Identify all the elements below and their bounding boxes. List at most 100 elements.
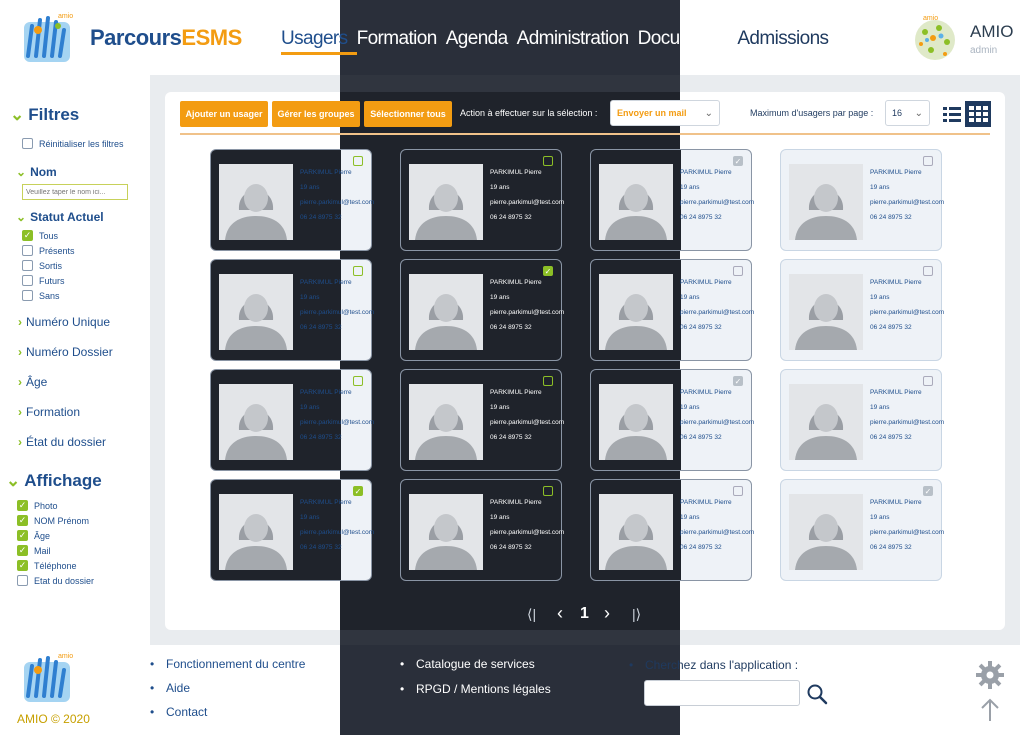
nav-administration[interactable]: Administration (517, 28, 638, 55)
select-user-checkbox[interactable]: ✓ (733, 376, 743, 386)
select-user-checkbox[interactable]: ✓ (923, 486, 933, 496)
user-card[interactable]: PARKIMUL Pierre 19 ans pierre.parkimul@tes… (400, 149, 564, 251)
nav-documents[interactable]: Documents (638, 28, 738, 55)
user-card[interactable]: PARKIMUL Pierre 19 ans pierre.parkimul@tes… (780, 369, 944, 471)
section-age[interactable]: › Âge (18, 375, 47, 389)
checkbox-checked-icon[interactable]: ✓ (17, 515, 28, 526)
footer-search-input[interactable] (644, 680, 800, 706)
user-email[interactable]: pierre.parkimul@test.com (680, 305, 754, 320)
user-name[interactable]: AMIO (970, 22, 1013, 42)
nav-agenda[interactable]: Agenda (446, 28, 517, 55)
user-email[interactable]: pierre.parkimul@test.com (870, 525, 944, 540)
select-user-checkbox[interactable] (543, 486, 553, 496)
manage-groups-button[interactable]: Gérer les groupes (272, 101, 360, 127)
nav-formation[interactable]: Formation (357, 28, 446, 55)
user-card[interactable]: PARKIMUL Pierre 19 ans pierre.parkimul@tes… (590, 369, 754, 471)
user-card[interactable]: PARKIMUL Pierre 19 ans pierre.parkimul@tes… (780, 479, 944, 581)
select-user-checkbox[interactable] (923, 376, 933, 386)
user-card[interactable]: PARKIMUL Pierre 19 ans pierre.parkimul@tes… (400, 479, 564, 581)
user-name[interactable]: PARKIMUL Pierre (870, 495, 944, 510)
select-user-checkbox[interactable]: ✓ (353, 486, 363, 496)
select-user-checkbox[interactable] (353, 266, 363, 276)
user-card[interactable]: PARKIMUL Pierre 19 ans pierre.parkimul@tes… (210, 479, 374, 581)
user-name[interactable]: PARKIMUL Pierre (870, 275, 944, 290)
footer-link-aide[interactable]: Aide (150, 681, 190, 695)
name-section-title[interactable]: ⌄ Nom (16, 165, 57, 179)
user-name[interactable]: PARKIMUL Pierre (680, 275, 754, 290)
user-card[interactable]: PARKIMUL Pierre 19 ans pierre.parkimul@tes… (780, 259, 944, 361)
user-card[interactable]: PARKIMUL Pierre 19 ans pierre.parkimul@tes… (400, 259, 564, 361)
next-page-button[interactable]: › (604, 603, 610, 624)
user-email[interactable]: pierre.parkimul@test.com (680, 415, 754, 430)
section-numero-unique[interactable]: › Numéro Unique (18, 315, 110, 329)
prev-page-button[interactable]: ‹ (557, 603, 563, 624)
user-name[interactable]: PARKIMUL Pierre (870, 165, 944, 180)
user-card[interactable]: PARKIMUL Pierre 19 ans pierre.parkimul@tes… (210, 149, 374, 251)
user-name[interactable]: PARKIMUL Pierre (300, 495, 374, 510)
gear-icon[interactable] (975, 660, 1005, 690)
user-email[interactable]: pierre.parkimul@test.com (300, 195, 374, 210)
status-option-sans[interactable]: Sans (22, 290, 60, 301)
user-email[interactable]: pierre.parkimul@test.com (490, 195, 564, 210)
user-card[interactable]: PARKIMUL Pierre 19 ans pierre.parkimul@tes… (400, 369, 564, 471)
user-name[interactable]: PARKIMUL Pierre (300, 275, 374, 290)
user-avatar-icon[interactable]: amio (905, 12, 963, 64)
user-email[interactable]: pierre.parkimul@test.com (870, 305, 944, 320)
add-user-button[interactable]: Ajouter un usager (180, 101, 268, 127)
checkbox-checked-icon[interactable]: ✓ (17, 500, 28, 511)
display-option-nom[interactable]: ✓ NOM Prénom (17, 515, 89, 526)
user-card[interactable]: PARKIMUL Pierre 19 ans pierre.parkimul@tes… (210, 259, 374, 361)
section-numero-dossier[interactable]: › Numéro Dossier (18, 345, 113, 359)
user-name[interactable]: PARKIMUL Pierre (680, 165, 754, 180)
user-name[interactable]: PARKIMUL Pierre (680, 385, 754, 400)
select-user-checkbox[interactable] (923, 156, 933, 166)
footer-link-rgpd[interactable]: RPGD / Mentions légales (400, 682, 551, 696)
user-name[interactable]: PARKIMUL Pierre (870, 385, 944, 400)
display-option-age[interactable]: ✓ Âge (17, 530, 50, 541)
user-email[interactable]: pierre.parkimul@test.com (870, 415, 944, 430)
user-email[interactable]: pierre.parkimul@test.com (300, 415, 374, 430)
select-user-checkbox[interactable] (923, 266, 933, 276)
checkbox-icon[interactable] (22, 245, 33, 256)
footer-link-catalogue[interactable]: Catalogue de services (400, 657, 535, 671)
user-email[interactable]: pierre.parkimul@test.com (490, 525, 564, 540)
user-email[interactable]: pierre.parkimul@test.com (680, 195, 754, 210)
user-email[interactable]: pierre.parkimul@test.com (870, 195, 944, 210)
user-name[interactable]: PARKIMUL Pierre (300, 165, 374, 180)
max-per-page-select[interactable]: 16 ⌄ (885, 100, 930, 126)
display-option-mail[interactable]: ✓ Mail (17, 545, 51, 556)
user-name[interactable]: PARKIMUL Pierre (300, 385, 374, 400)
select-user-checkbox[interactable] (353, 376, 363, 386)
nav-usagers[interactable]: Usagers (281, 28, 357, 55)
checkbox-checked-icon[interactable]: ✓ (17, 560, 28, 571)
user-name[interactable]: PARKIMUL Pierre (490, 165, 564, 180)
select-user-checkbox[interactable]: ✓ (733, 156, 743, 166)
status-option-futurs[interactable]: Futurs (22, 275, 65, 286)
user-email[interactable]: pierre.parkimul@test.com (490, 305, 564, 320)
section-etat-dossier[interactable]: › État du dossier (18, 435, 106, 449)
display-option-telephone[interactable]: ✓ Téléphone (17, 560, 77, 571)
checkbox-icon[interactable] (22, 138, 33, 149)
select-all-button[interactable]: Sélectionner tous (364, 101, 452, 127)
user-name[interactable]: PARKIMUL Pierre (490, 385, 564, 400)
select-user-checkbox[interactable] (543, 376, 553, 386)
section-formation[interactable]: › Formation (18, 405, 80, 419)
user-name[interactable]: PARKIMUL Pierre (490, 495, 564, 510)
arrow-up-icon[interactable] (980, 697, 1000, 723)
status-option-tous[interactable]: ✓ Tous (22, 230, 58, 241)
display-title[interactable]: ⌄ Affichage (6, 471, 102, 491)
select-user-checkbox[interactable] (543, 156, 553, 166)
user-name[interactable]: PARKIMUL Pierre (490, 275, 564, 290)
checkbox-icon[interactable] (22, 290, 33, 301)
nav-admissions[interactable]: Admissions (737, 28, 837, 55)
checkbox-checked-icon[interactable]: ✓ (17, 545, 28, 556)
brand-name[interactable]: ParcoursESMS (90, 25, 242, 51)
checkbox-icon[interactable] (17, 575, 28, 586)
user-card[interactable]: PARKIMUL Pierre 19 ans pierre.parkimul@tes… (780, 149, 944, 251)
checkbox-checked-icon[interactable]: ✓ (22, 230, 33, 241)
footer-link-fonctionnement[interactable]: Fonctionnement du centre (150, 657, 305, 671)
footer-link-contact[interactable]: Contact (150, 705, 207, 719)
grid-view-icon[interactable] (965, 101, 991, 127)
user-card[interactable]: PARKIMUL Pierre 19 ans pierre.parkimul@tes… (210, 369, 374, 471)
user-email[interactable]: pierre.parkimul@test.com (300, 305, 374, 320)
